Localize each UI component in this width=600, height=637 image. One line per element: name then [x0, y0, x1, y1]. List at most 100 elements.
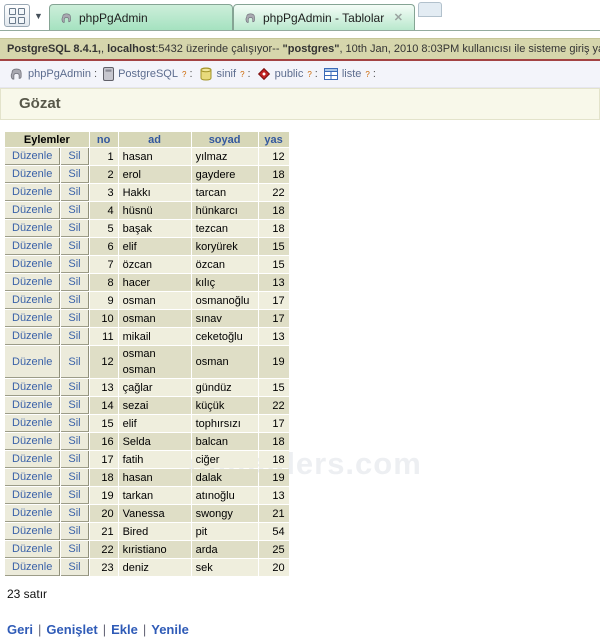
edit-cell[interactable]: Düzenle: [5, 328, 61, 345]
tab-list-icon[interactable]: [4, 4, 30, 27]
edit-button[interactable]: Düzenle: [12, 381, 52, 393]
edit-cell[interactable]: Düzenle: [5, 148, 61, 165]
edit-button[interactable]: Düzenle: [12, 258, 52, 270]
edit-button[interactable]: Düzenle: [12, 276, 52, 288]
edit-cell[interactable]: Düzenle: [5, 310, 61, 327]
column-header-ad[interactable]: ad: [118, 132, 191, 147]
nav-link-geri[interactable]: Geri: [7, 622, 33, 637]
edit-button[interactable]: Düzenle: [12, 543, 52, 555]
help-link[interactable]: ?: [365, 70, 369, 79]
delete-cell[interactable]: Sil: [61, 184, 89, 201]
delete-cell[interactable]: Sil: [61, 379, 89, 396]
edit-cell[interactable]: Düzenle: [5, 256, 61, 273]
edit-button[interactable]: Düzenle: [12, 330, 52, 342]
delete-button[interactable]: Sil: [68, 150, 80, 162]
delete-button[interactable]: Sil: [68, 471, 80, 483]
column-header-soyad[interactable]: soyad: [191, 132, 258, 147]
delete-cell[interactable]: Sil: [61, 397, 89, 414]
delete-button[interactable]: Sil: [68, 258, 80, 270]
delete-cell[interactable]: Sil: [61, 469, 89, 486]
delete-cell[interactable]: Sil: [61, 166, 89, 183]
column-header-no[interactable]: no: [89, 132, 118, 147]
delete-button[interactable]: Sil: [68, 356, 80, 368]
delete-button[interactable]: Sil: [68, 399, 80, 411]
nav-link-genişlet[interactable]: Genişlet: [46, 622, 97, 637]
help-link[interactable]: ?: [182, 70, 186, 79]
delete-cell[interactable]: Sil: [61, 238, 89, 255]
edit-button[interactable]: Düzenle: [12, 186, 52, 198]
delete-button[interactable]: Sil: [68, 204, 80, 216]
delete-button[interactable]: Sil: [68, 489, 80, 501]
help-link[interactable]: ?: [240, 70, 244, 79]
edit-button[interactable]: Düzenle: [12, 168, 52, 180]
edit-button[interactable]: Düzenle: [12, 489, 52, 501]
browser-tab-1[interactable]: phpPgAdmin: [49, 4, 233, 30]
breadcrumb-link[interactable]: PostgreSQL: [118, 68, 178, 80]
delete-cell[interactable]: Sil: [61, 202, 89, 219]
delete-cell[interactable]: Sil: [61, 346, 89, 378]
nav-link-ekle[interactable]: Ekle: [111, 622, 138, 637]
edit-cell[interactable]: Düzenle: [5, 487, 61, 504]
delete-button[interactable]: Sil: [68, 453, 80, 465]
edit-cell[interactable]: Düzenle: [5, 220, 61, 237]
delete-cell[interactable]: Sil: [61, 310, 89, 327]
delete-button[interactable]: Sil: [68, 525, 80, 537]
nav-link-yenile[interactable]: Yenile: [151, 622, 189, 637]
edit-cell[interactable]: Düzenle: [5, 184, 61, 201]
breadcrumb-link[interactable]: sinif: [217, 68, 237, 80]
delete-button[interactable]: Sil: [68, 330, 80, 342]
edit-button[interactable]: Düzenle: [12, 453, 52, 465]
edit-button[interactable]: Düzenle: [12, 507, 52, 519]
delete-cell[interactable]: Sil: [61, 415, 89, 432]
edit-button[interactable]: Düzenle: [12, 356, 52, 368]
delete-cell[interactable]: Sil: [61, 541, 89, 558]
breadcrumb-link[interactable]: liste: [342, 68, 362, 80]
browser-tab-2[interactable]: phpPgAdmin - Tablolar ✕: [233, 4, 415, 30]
delete-button[interactable]: Sil: [68, 168, 80, 180]
edit-cell[interactable]: Düzenle: [5, 469, 61, 486]
edit-button[interactable]: Düzenle: [12, 417, 52, 429]
edit-cell[interactable]: Düzenle: [5, 166, 61, 183]
delete-cell[interactable]: Sil: [61, 148, 89, 165]
edit-cell[interactable]: Düzenle: [5, 274, 61, 291]
delete-cell[interactable]: Sil: [61, 487, 89, 504]
delete-cell[interactable]: Sil: [61, 523, 89, 540]
column-header-yas[interactable]: yas: [258, 132, 289, 147]
delete-button[interactable]: Sil: [68, 276, 80, 288]
edit-cell[interactable]: Düzenle: [5, 451, 61, 468]
edit-cell[interactable]: Düzenle: [5, 202, 61, 219]
delete-button[interactable]: Sil: [68, 222, 80, 234]
chevron-down-icon[interactable]: ▼: [32, 5, 45, 26]
delete-button[interactable]: Sil: [68, 186, 80, 198]
edit-button[interactable]: Düzenle: [12, 240, 52, 252]
edit-cell[interactable]: Düzenle: [5, 346, 61, 378]
edit-button[interactable]: Düzenle: [12, 525, 52, 537]
delete-cell[interactable]: Sil: [61, 328, 89, 345]
delete-button[interactable]: Sil: [68, 561, 80, 573]
delete-cell[interactable]: Sil: [61, 451, 89, 468]
edit-button[interactable]: Düzenle: [12, 399, 52, 411]
edit-button[interactable]: Düzenle: [12, 435, 52, 447]
delete-button[interactable]: Sil: [68, 381, 80, 393]
delete-cell[interactable]: Sil: [61, 292, 89, 309]
edit-cell[interactable]: Düzenle: [5, 541, 61, 558]
edit-button[interactable]: Düzenle: [12, 471, 52, 483]
new-tab-stub[interactable]: [418, 2, 442, 17]
help-link[interactable]: ?: [307, 70, 311, 79]
edit-button[interactable]: Düzenle: [12, 294, 52, 306]
delete-cell[interactable]: Sil: [61, 274, 89, 291]
edit-button[interactable]: Düzenle: [12, 204, 52, 216]
edit-button[interactable]: Düzenle: [12, 561, 52, 573]
delete-button[interactable]: Sil: [68, 294, 80, 306]
delete-cell[interactable]: Sil: [61, 433, 89, 450]
edit-cell[interactable]: Düzenle: [5, 397, 61, 414]
edit-cell[interactable]: Düzenle: [5, 505, 61, 522]
edit-button[interactable]: Düzenle: [12, 312, 52, 324]
delete-button[interactable]: Sil: [68, 435, 80, 447]
close-icon[interactable]: ✕: [393, 11, 404, 24]
edit-cell[interactable]: Düzenle: [5, 238, 61, 255]
delete-cell[interactable]: Sil: [61, 559, 89, 576]
edit-cell[interactable]: Düzenle: [5, 523, 61, 540]
delete-cell[interactable]: Sil: [61, 256, 89, 273]
edit-button[interactable]: Düzenle: [12, 150, 52, 162]
